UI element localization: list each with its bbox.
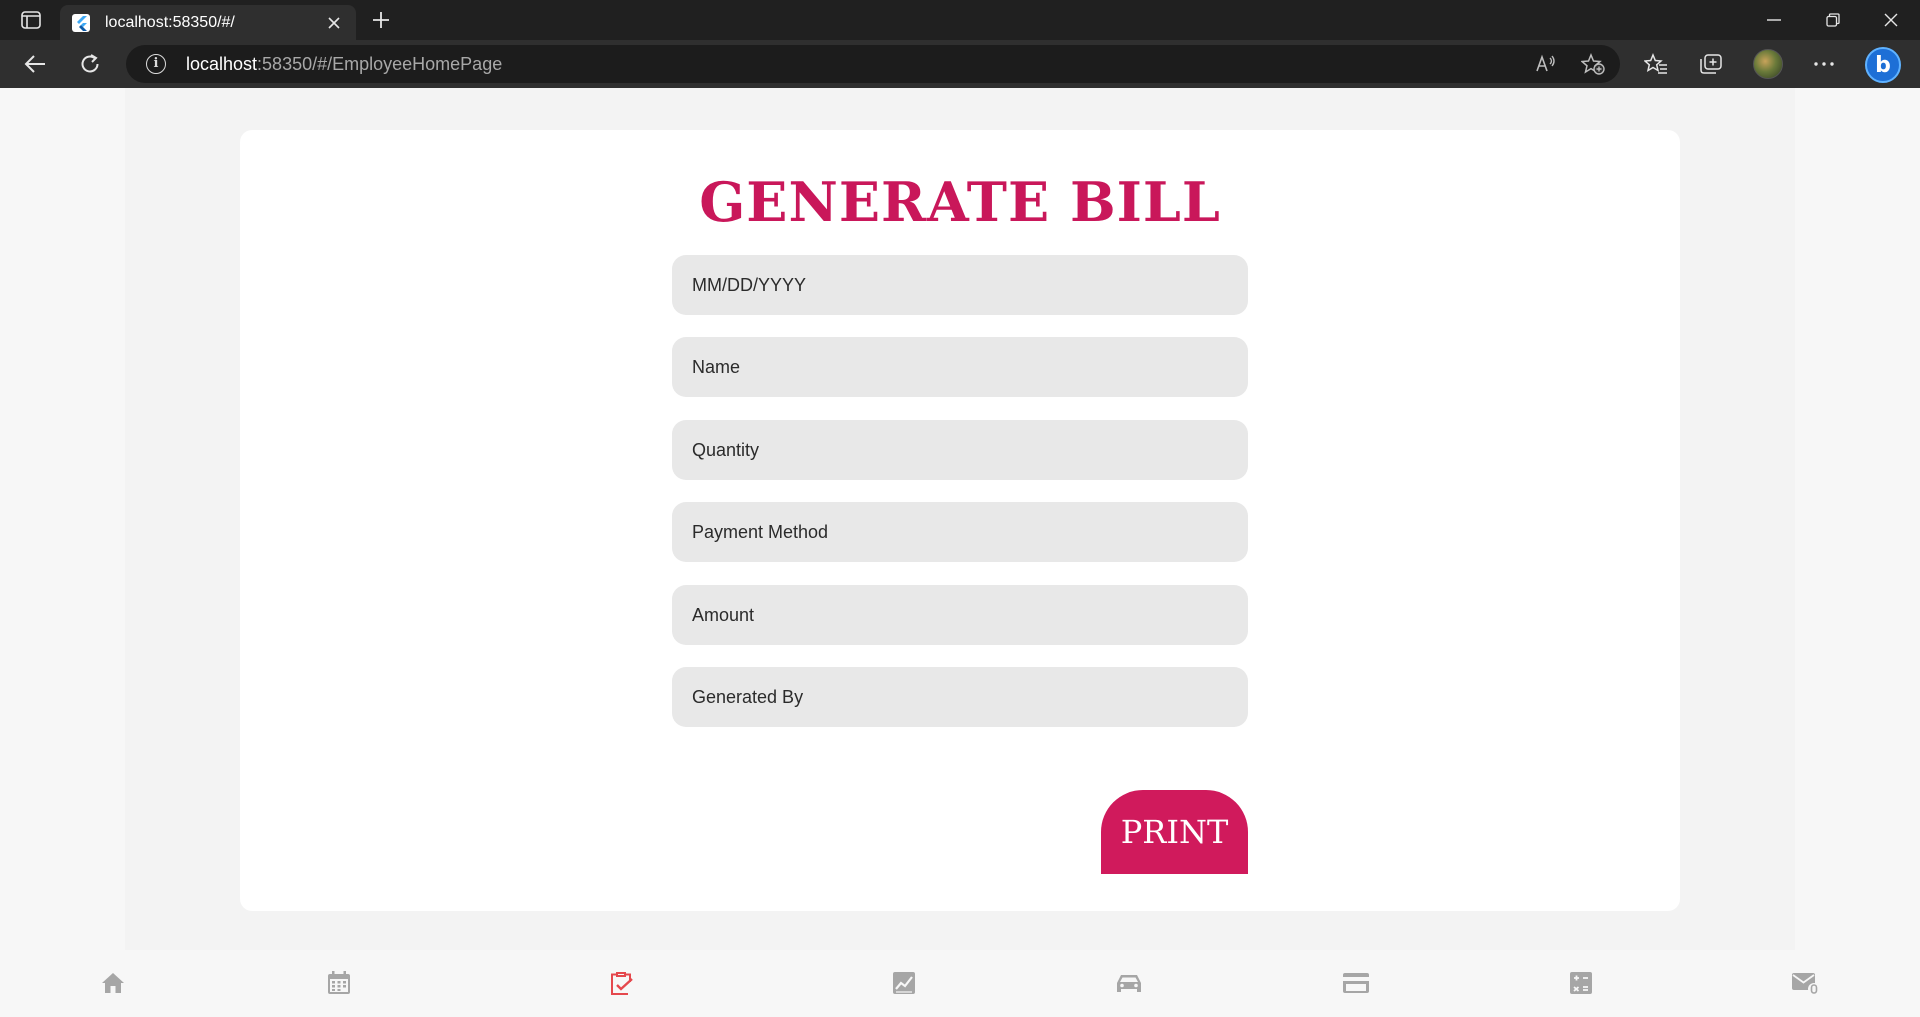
add-favorite-icon[interactable] [1581,52,1605,76]
close-window-icon[interactable] [1873,6,1909,34]
address-bar[interactable]: i localhost:58350/#/EmployeeHomePage [126,45,1620,83]
chart-icon[interactable] [889,968,919,998]
tab-title: localhost:58350/#/ [105,14,235,31]
new-tab-icon[interactable] [368,8,394,32]
flutter-favicon-icon [72,14,90,32]
mail-icon[interactable] [1791,968,1821,998]
copilot-icon[interactable]: b [1865,47,1901,83]
refresh-icon[interactable] [74,48,106,80]
generated-by-field[interactable] [672,667,1248,727]
quantity-field[interactable] [672,420,1248,480]
site-info-icon[interactable]: i [146,54,166,74]
minimize-icon[interactable] [1756,6,1792,34]
credit-card-icon[interactable] [1341,968,1371,998]
favorites-icon[interactable] [1642,50,1670,78]
collections-icon[interactable] [1697,50,1725,78]
read-aloud-icon[interactable] [1534,52,1558,76]
browser-tab[interactable]: localhost:58350/#/ [60,5,356,40]
browser-titlebar: localhost:58350/#/ [0,0,1920,40]
home-icon[interactable] [98,968,128,998]
page-viewport: GENERATE BILL PRINT [0,88,1920,1017]
page-title: GENERATE BILL [699,170,1221,234]
car-icon[interactable] [1114,968,1144,998]
generate-bill-card: GENERATE BILL PRINT [240,130,1680,911]
calculator-icon[interactable] [1566,968,1596,998]
amount-field[interactable] [672,585,1248,645]
payment-method-field[interactable] [672,502,1248,562]
restore-icon[interactable] [1815,6,1851,34]
more-options-icon[interactable] [1810,50,1838,78]
date-field[interactable] [672,255,1248,315]
bottom-navigation [0,950,1920,1017]
name-field[interactable] [672,337,1248,397]
url-text: localhost:58350/#/EmployeeHomePage [186,54,503,74]
tab-actions-icon[interactable] [14,8,48,32]
back-arrow-icon[interactable] [19,48,51,80]
print-button[interactable]: PRINT [1101,790,1248,874]
tab-close-icon[interactable] [324,13,344,33]
clipboard-check-icon[interactable] [606,968,636,998]
browser-toolbar: i localhost:58350/#/EmployeeHomePage b [0,40,1920,88]
profile-avatar[interactable] [1753,49,1783,79]
calendar-icon[interactable] [324,968,354,998]
